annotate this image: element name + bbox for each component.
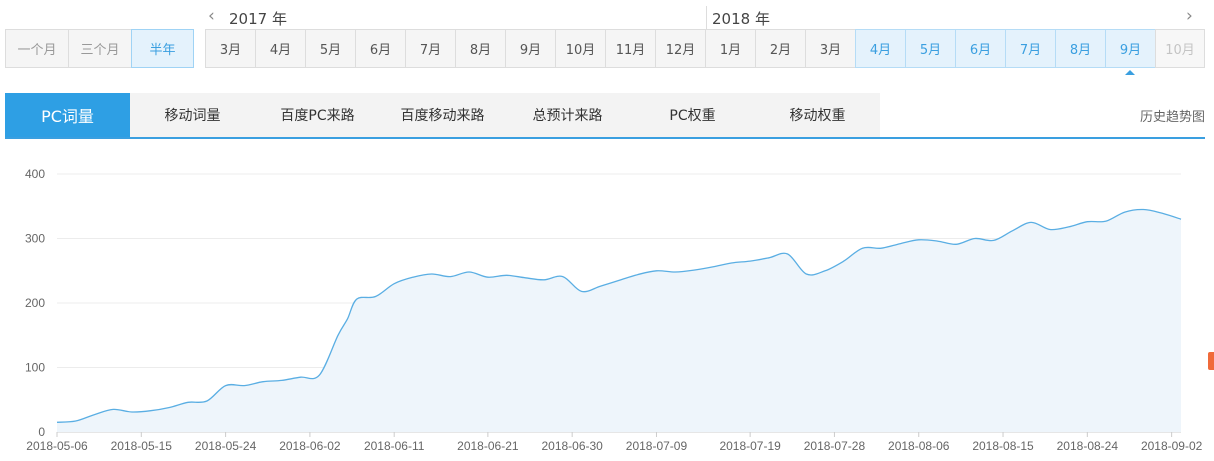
range-selector: 一个月 三个月 半年	[5, 29, 194, 68]
y-tick-label: 0	[38, 425, 45, 439]
month-cell[interactable]: 7月	[1005, 29, 1055, 68]
y-tick-label: 200	[25, 296, 45, 310]
x-tick-label: 2018-06-30	[541, 439, 603, 453]
keyword-trend-chart: 0 100 200 300 400 2018-05-06 2018-05-15 2018-05…	[25, 167, 1203, 453]
tab-mobile-weight[interactable]: 移动权重	[755, 93, 880, 137]
series-area	[57, 209, 1181, 432]
month-selector: 3月 4月 5月 6月 7月 8月 9月 10月 11月 12月 1月 2月 3月 4月 5月 6月 7月 8月 9…	[205, 29, 1205, 68]
x-tick-label: 2018-08-15	[972, 439, 1034, 453]
month-cell[interactable]: 2月	[755, 29, 805, 68]
month-cell[interactable]: 6月	[355, 29, 405, 68]
range-half-year-button[interactable]: 半年	[131, 29, 194, 68]
tab-pc-weight[interactable]: PC权重	[630, 93, 755, 137]
side-feedback-tab[interactable]	[1208, 352, 1214, 370]
month-cell[interactable]: 11月	[605, 29, 655, 68]
y-tick-label: 100	[25, 361, 45, 375]
month-cell[interactable]: 4月	[255, 29, 305, 68]
x-tick-label: 2018-06-11	[364, 439, 425, 453]
month-cell[interactable]: 5月	[305, 29, 355, 68]
month-cell[interactable]: 5月	[905, 29, 955, 68]
x-tick-label: 2018-06-21	[457, 439, 519, 453]
year-divider	[706, 6, 707, 30]
chevron-right-icon[interactable]: ›	[1186, 6, 1193, 26]
history-trend-link[interactable]: 历史趋势图	[1140, 93, 1205, 137]
metric-tabs: PC词量 移动词量 百度PC来路 百度移动来路 总预计来路 PC权重 移动权重 …	[5, 93, 1205, 139]
range-three-months-button[interactable]: 三个月	[68, 29, 131, 68]
month-cell[interactable]: 12月	[655, 29, 705, 68]
selected-month-pointer-icon	[1125, 70, 1135, 75]
tab-pc-keywords[interactable]: PC词量	[5, 93, 130, 137]
tab-total-estimated-traffic[interactable]: 总预计来路	[505, 93, 630, 137]
month-cell[interactable]: 7月	[405, 29, 455, 68]
month-cell[interactable]: 4月	[855, 29, 905, 68]
month-cell[interactable]: 8月	[1055, 29, 1105, 68]
tab-baidu-pc-traffic[interactable]: 百度PC来路	[255, 93, 380, 137]
y-tick-label: 400	[25, 167, 45, 181]
month-cell[interactable]: 3月	[805, 29, 855, 68]
month-cell[interactable]: 6月	[955, 29, 1005, 68]
month-cell[interactable]: 9月	[505, 29, 555, 68]
tab-mobile-keywords[interactable]: 移动词量	[130, 93, 255, 137]
month-cell[interactable]: 9月	[1105, 29, 1155, 68]
chevron-left-icon[interactable]: ‹	[208, 6, 215, 26]
x-tick-label: 2018-05-15	[111, 439, 173, 453]
range-one-month-button[interactable]: 一个月	[5, 29, 68, 68]
x-tick-label: 2018-05-24	[195, 439, 257, 453]
y-tick-label: 300	[25, 232, 45, 246]
x-tick-label: 2018-08-24	[1057, 439, 1119, 453]
x-tick-label: 2018-06-02	[279, 439, 341, 453]
x-tick-label: 2018-07-19	[719, 439, 781, 453]
year-label-2018: 2018 年	[712, 10, 770, 28]
x-tick-label: 2018-05-06	[26, 439, 88, 453]
x-tick-label: 2018-07-09	[626, 439, 688, 453]
month-cell[interactable]: 1月	[705, 29, 755, 68]
month-cell[interactable]: 8月	[455, 29, 505, 68]
month-cell: 10月	[1155, 29, 1205, 68]
month-cell[interactable]: 3月	[205, 29, 255, 68]
x-tick-label: 2018-07-28	[804, 439, 866, 453]
year-label-2017: 2017 年	[229, 10, 287, 28]
month-cell[interactable]: 10月	[555, 29, 605, 68]
x-tick-label: 2018-09-02	[1141, 439, 1203, 453]
tab-baidu-mobile-traffic[interactable]: 百度移动来路	[380, 93, 505, 137]
x-tick-label: 2018-08-06	[888, 439, 950, 453]
